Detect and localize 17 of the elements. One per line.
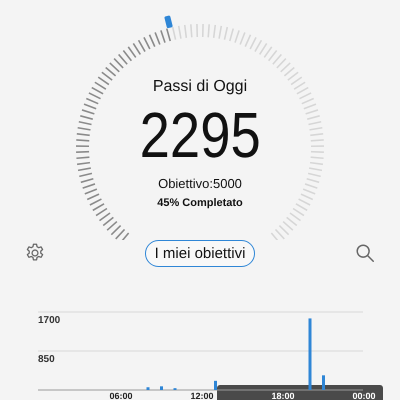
gauge-title: Passi di Oggi <box>152 78 248 96</box>
axis-label: 18:00 <box>271 391 295 400</box>
axis-label: 06:00 <box>109 391 133 400</box>
step-count: 2295 <box>140 100 260 170</box>
axis-label: 00:00 <box>352 391 376 400</box>
bar <box>322 375 325 390</box>
bar <box>160 386 163 390</box>
bar <box>308 318 312 390</box>
bar <box>214 380 217 390</box>
goals-button[interactable]: I miei obiettivi <box>144 240 256 266</box>
goal-text: Obiettivo:5000 <box>158 176 242 191</box>
search-icon[interactable] <box>354 242 376 264</box>
axis-label: 12:00 <box>190 391 214 400</box>
progress-text: 45% Completato <box>157 197 243 209</box>
bar <box>146 387 150 390</box>
axis-label: 1700 <box>38 315 60 326</box>
axis-label: 850 <box>38 354 55 365</box>
